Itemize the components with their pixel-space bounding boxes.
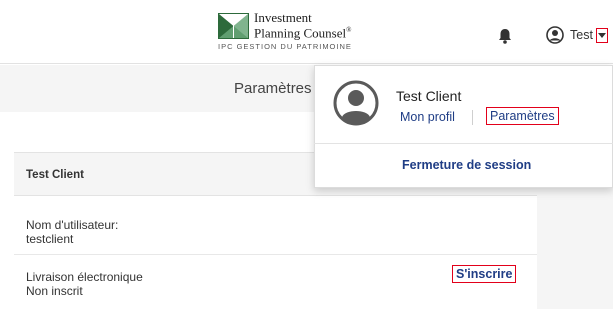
top-header: Investment Planning Counsel® IPC GESTION… [0, 0, 613, 64]
user-avatar-icon [333, 80, 379, 126]
dropdown-user-name: Test Client [396, 88, 462, 104]
row-divider [14, 254, 537, 255]
username-label: Nom d'utilisateur: [26, 218, 119, 232]
logo-registered-mark: ® [346, 26, 352, 34]
logo-wordmark: Investment Planning Counsel® [254, 10, 351, 39]
logo-emblem-icon [218, 13, 249, 39]
caret-down-icon[interactable] [595, 27, 608, 43]
dropdown-divider [314, 143, 613, 144]
user-name: Test [570, 28, 593, 42]
logo-tagline: IPC GESTION DU PATRIMOINE [218, 42, 352, 51]
settings-link[interactable]: Paramètres [486, 107, 559, 125]
logout-button[interactable]: Fermeture de session [402, 158, 531, 172]
link-separator [472, 110, 473, 125]
enroll-link[interactable]: S'inscrire [452, 265, 517, 283]
username-value: testclient [26, 232, 74, 246]
logo-line-1: Investment [254, 10, 312, 25]
page-title: Paramètres [234, 80, 312, 97]
my-profile-link[interactable]: Mon profil [400, 110, 455, 124]
company-logo[interactable]: Investment Planning Counsel® IPC GESTION… [218, 10, 352, 51]
user-circle-icon [546, 26, 564, 44]
edelivery-label: Livraison électronique [26, 270, 143, 284]
user-menu-toggle[interactable]: Test [546, 25, 608, 45]
logo-line-2: Planning Counsel® [254, 24, 351, 39]
edelivery-status: Non inscrit [26, 284, 83, 298]
account-card-title: Test Client [26, 169, 84, 181]
logo-line-2-text: Planning Counsel [254, 25, 347, 41]
bell-icon[interactable] [498, 28, 512, 44]
